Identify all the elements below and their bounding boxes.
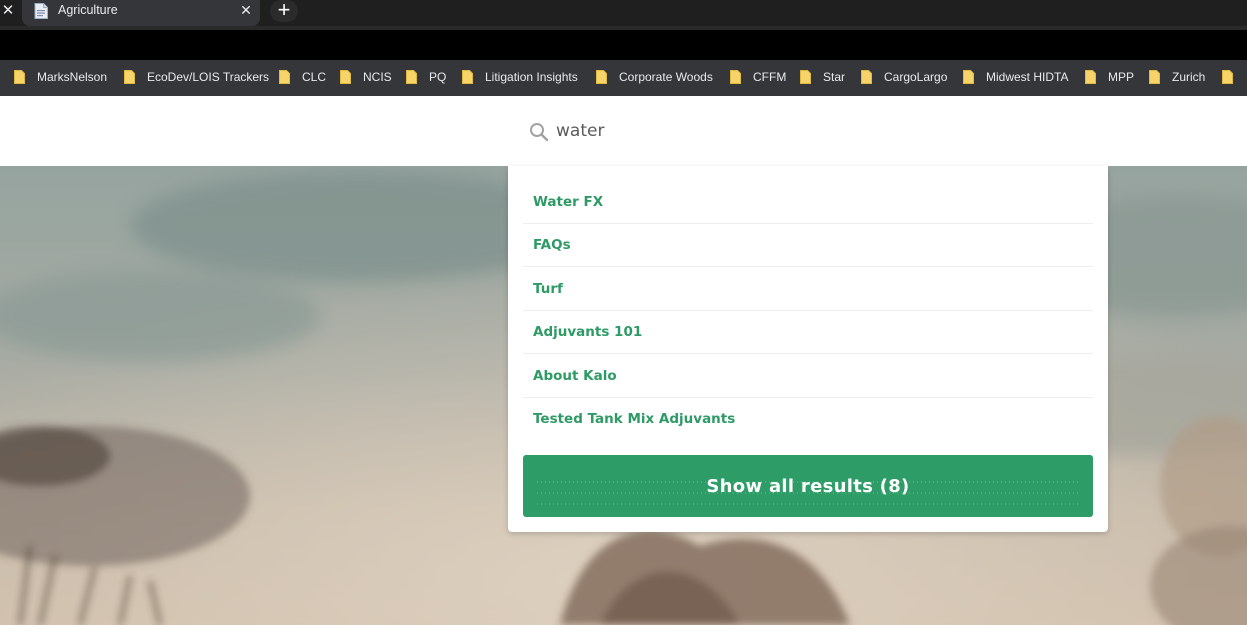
bookmark-item[interactable]: CargoLargo bbox=[861, 60, 947, 94]
tab-strip: ✕ Agriculture ✕ + bbox=[0, 0, 1247, 26]
search-result-item[interactable]: Adjuvants 101 bbox=[523, 310, 1093, 354]
bookmark-label: Corporate Woods bbox=[619, 70, 713, 84]
bookmark-item[interactable]: MPP bbox=[1085, 60, 1134, 94]
bookmark-item[interactable]: CLC bbox=[279, 60, 326, 94]
bookmark-label: EcoDev/LOIS Trackers bbox=[147, 70, 270, 84]
search-bar bbox=[0, 96, 1247, 166]
search-result-link[interactable]: Water FX bbox=[533, 194, 603, 210]
bookmark-item[interactable]: CFFM bbox=[730, 60, 786, 94]
address-bar-area bbox=[0, 26, 1247, 60]
show-all-results-button[interactable]: Show all results (8) bbox=[523, 455, 1093, 517]
search-result-link[interactable]: Turf bbox=[533, 281, 563, 297]
search-result-item[interactable]: FAQs bbox=[523, 223, 1093, 267]
folder-icon bbox=[279, 70, 290, 84]
search-result-item[interactable]: About Kalo bbox=[523, 354, 1093, 398]
search-result-link[interactable]: About Kalo bbox=[533, 368, 617, 384]
search-result-item[interactable]: Water FX bbox=[523, 180, 1093, 224]
bookmark-item[interactable]: NCIS bbox=[340, 60, 392, 94]
bookmark-label: Midwest HIDTA bbox=[986, 70, 1069, 84]
search-results-dropdown: Water FX FAQs Turf Adjuvants 101 About Kalo T… bbox=[508, 166, 1108, 532]
bookmark-label: PQ bbox=[429, 70, 447, 84]
bookmark-item[interactable]: Zurich bbox=[1149, 60, 1205, 94]
folder-icon bbox=[14, 70, 25, 84]
folder-icon bbox=[963, 70, 974, 84]
folder-icon bbox=[406, 70, 417, 84]
previous-tab-close-icon[interactable]: ✕ bbox=[0, 0, 16, 22]
tab-title: Agriculture bbox=[58, 3, 118, 17]
tab-agriculture[interactable]: Agriculture ✕ bbox=[22, 0, 260, 26]
bookmark-label: MPP bbox=[1108, 70, 1135, 84]
bookmark-item[interactable] bbox=[1222, 60, 1245, 94]
bookmark-item[interactable]: Midwest HIDTA bbox=[963, 60, 1068, 94]
bookmark-label: Star bbox=[823, 70, 846, 84]
bookmark-label: Zurich bbox=[1172, 70, 1206, 84]
search-icon bbox=[530, 123, 549, 142]
bookmark-label: CLC bbox=[302, 70, 327, 84]
web-page: Water FX FAQs Turf Adjuvants 101 About Kalo T… bbox=[0, 96, 1247, 625]
show-all-results-label: Show all results (8) bbox=[706, 475, 910, 497]
folder-icon bbox=[596, 70, 607, 84]
bookmark-item[interactable]: MarksNelson bbox=[14, 60, 107, 94]
bookmark-label: CFFM bbox=[753, 70, 787, 84]
tab-close-icon[interactable]: ✕ bbox=[238, 1, 254, 19]
bookmark-item[interactable]: EcoDev/LOIS Trackers bbox=[124, 60, 269, 94]
search-result-item[interactable]: Turf bbox=[523, 267, 1093, 311]
search-result-link[interactable]: FAQs bbox=[533, 237, 571, 253]
folder-icon bbox=[1149, 70, 1160, 84]
search-result-link[interactable]: Tested Tank Mix Adjuvants bbox=[533, 411, 735, 427]
folder-icon bbox=[800, 70, 811, 84]
new-tab-icon[interactable]: + bbox=[270, 0, 298, 22]
bookmark-item[interactable]: Litigation Insights bbox=[462, 60, 578, 94]
bookmark-item[interactable]: PQ bbox=[406, 60, 446, 94]
folder-icon bbox=[124, 70, 135, 84]
document-icon bbox=[34, 3, 48, 19]
folder-icon bbox=[462, 70, 473, 84]
bookmark-item[interactable]: Star bbox=[800, 60, 845, 94]
folder-icon bbox=[1085, 70, 1096, 84]
folder-icon bbox=[861, 70, 872, 84]
folder-icon bbox=[730, 70, 741, 84]
bookmark-item[interactable]: Corporate Woods bbox=[596, 60, 713, 94]
bookmark-label: NCIS bbox=[363, 70, 392, 84]
search-result-link[interactable]: Adjuvants 101 bbox=[533, 324, 642, 340]
folder-icon bbox=[1222, 70, 1233, 84]
bookmark-label: CargoLargo bbox=[884, 70, 948, 84]
bookmark-label: Litigation Insights bbox=[485, 70, 578, 84]
bookmarks-bar: MarksNelson EcoDev/LOIS Trackers CLC NCIS PQ… bbox=[0, 60, 1247, 96]
bookmark-label: MarksNelson bbox=[37, 70, 108, 84]
search-result-item[interactable]: Tested Tank Mix Adjuvants bbox=[523, 397, 1093, 441]
search-input[interactable] bbox=[556, 114, 1096, 148]
folder-icon bbox=[340, 70, 351, 84]
